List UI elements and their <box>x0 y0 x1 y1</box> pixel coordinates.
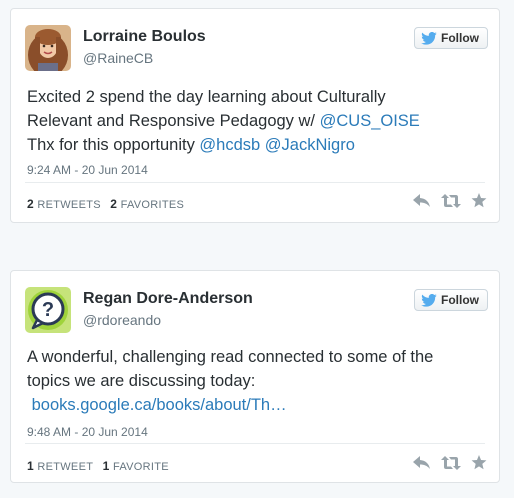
follow-label: Follow <box>441 31 479 45</box>
twitter-bird-icon <box>421 293 437 307</box>
retweet-icon[interactable] <box>441 455 461 470</box>
retweet-count[interactable]: 2 <box>27 197 34 211</box>
divider <box>25 182 485 183</box>
twitter-bird-icon <box>421 31 437 45</box>
tweet-timestamp[interactable]: 9:48 AM - 20 Jun 2014 <box>27 425 148 439</box>
tweet-text-line: Relevant and Responsive Pedagogy w/ @CUS… <box>27 109 487 133</box>
tweet-text: A wonderful, challenging read connected … <box>27 345 487 417</box>
follow-label: Follow <box>441 293 479 307</box>
avatar-photo-icon <box>25 25 71 71</box>
user-handle[interactable]: @rdoreando <box>83 312 161 328</box>
favorite-star-icon[interactable] <box>471 193 487 208</box>
tweet-text-line: topics we are discussing today: <box>27 372 256 390</box>
reply-icon[interactable] <box>413 193 431 208</box>
user-name[interactable]: Regan Dore-Anderson <box>83 290 253 308</box>
tweet-text-segment: Relevant and Responsive Pedagogy w/ <box>27 112 320 130</box>
url-link[interactable]: books.google.ca/books/about/Th… <box>32 396 287 414</box>
favorite-count[interactable]: 2 <box>110 197 117 211</box>
tweet-text-line: books.google.ca/books/about/Th… <box>27 393 487 417</box>
follow-button[interactable]: Follow <box>414 289 488 311</box>
avatar[interactable]: ? <box>25 287 71 333</box>
tweet-card: Lorraine Boulos @RaineCB Follow Excited … <box>10 8 500 223</box>
favorite-star-icon[interactable] <box>471 455 487 470</box>
divider <box>25 443 485 444</box>
mention-link[interactable]: @JackNigro <box>265 136 355 154</box>
tweet-timestamp[interactable]: 9:24 AM - 20 Jun 2014 <box>27 163 148 177</box>
tweet-actions <box>413 193 487 208</box>
svg-text:?: ? <box>42 299 54 321</box>
retweet-count[interactable]: 1 <box>27 459 34 473</box>
follow-button[interactable]: Follow <box>414 27 488 49</box>
tweet-text-line: Excited 2 spend the day learning about C… <box>27 88 386 106</box>
tweet-text: Excited 2 spend the day learning about C… <box>27 85 487 157</box>
avatar[interactable] <box>25 25 71 71</box>
tweet-card: ? Regan Dore-Anderson @rdoreando Follow … <box>10 270 500 483</box>
tweet-text-segment: Thx for this opportunity <box>27 136 200 154</box>
retweet-icon[interactable] <box>441 193 461 208</box>
reply-icon[interactable] <box>413 455 431 470</box>
user-handle[interactable]: @RaineCB <box>83 50 153 66</box>
retweet-label[interactable]: RETWEETS <box>37 199 101 211</box>
retweet-label[interactable]: RETWEET <box>37 461 93 473</box>
tweet-stats: 2 RETWEETS 2 FAVORITES <box>27 197 184 211</box>
user-name[interactable]: Lorraine Boulos <box>83 28 206 46</box>
question-mark-avatar-icon: ? <box>25 287 71 333</box>
favorite-count[interactable]: 1 <box>103 459 110 473</box>
tweet-stats: 1 RETWEET 1 FAVORITE <box>27 459 169 473</box>
mention-link[interactable]: @CUS_OISE <box>320 112 420 130</box>
tweet-actions <box>413 455 487 470</box>
favorite-label[interactable]: FAVORITE <box>113 461 169 473</box>
tweet-text-line: A wonderful, challenging read connected … <box>27 348 434 366</box>
tweet-text-line: Thx for this opportunity @hcdsb @JackNig… <box>27 133 487 157</box>
mention-link[interactable]: @hcdsb <box>199 136 260 154</box>
favorite-label[interactable]: FAVORITES <box>121 199 185 211</box>
